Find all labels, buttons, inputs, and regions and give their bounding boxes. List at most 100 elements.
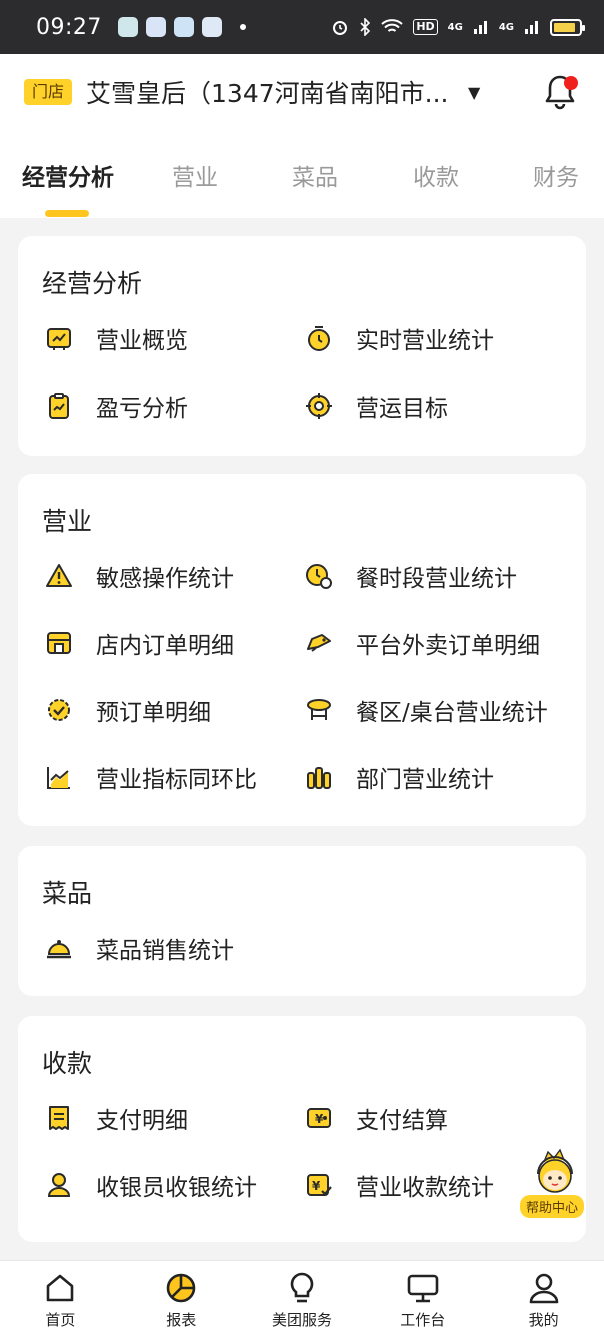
tab-business[interactable]: 营业 xyxy=(172,158,218,192)
status-app-icons xyxy=(117,17,246,37)
nav-workbench[interactable]: 工作台 xyxy=(362,1261,483,1342)
section-title: 收款 xyxy=(42,1049,93,1078)
menu-item-instore-orders[interactable]: 店内订单明细 xyxy=(44,625,234,661)
lightbulb-icon xyxy=(290,1272,314,1303)
baidu-notification-icon xyxy=(145,17,166,37)
chevron-down-icon[interactable]: ▼ xyxy=(468,83,480,102)
home-icon xyxy=(47,1274,74,1302)
menu-item-department-stats[interactable]: 部门营业统计 xyxy=(304,759,494,795)
menu-item-profit-analysis[interactable]: 盈亏分析 xyxy=(44,388,188,424)
help-center-label: 帮助中心 xyxy=(520,1195,585,1218)
wifi-icon xyxy=(381,19,403,32)
table-icon xyxy=(304,695,334,725)
menu-item-label: 收银员收银统计 xyxy=(96,1175,257,1201)
status-indicators: HD 4G 4G xyxy=(331,18,585,36)
nav-home[interactable]: 首页 xyxy=(0,1261,121,1342)
monitor-icon xyxy=(407,1274,439,1303)
notification-button[interactable] xyxy=(540,72,580,112)
receipt-icon xyxy=(44,1103,74,1133)
nav-label: 首页 xyxy=(45,1311,76,1329)
telegram-notification-icon xyxy=(173,17,194,37)
nav-label: 我的 xyxy=(528,1311,559,1329)
bottom-navigation: 首页 报表 美团服务 工作台 我的 xyxy=(0,1260,604,1342)
menu-item-realtime-stats[interactable]: 实时营业统计 xyxy=(304,320,494,356)
menu-item-label: 店内订单明细 xyxy=(96,633,234,659)
menu-item-operation-target[interactable]: 营运目标 xyxy=(304,388,448,424)
menu-item-label: 营业收款统计 xyxy=(356,1175,494,1201)
menu-item-table-stats[interactable]: 餐区/桌台营业统计 xyxy=(304,692,548,728)
signal-label-1: 4G xyxy=(447,21,463,33)
menu-item-cashier-stats[interactable]: 收银员收银统计 xyxy=(44,1167,257,1203)
signal-icon xyxy=(473,21,487,34)
line-chart-icon xyxy=(44,762,74,792)
section-card-payments: 收款 支付明细 ¥ 支付结算 收银员收银统计 ¥ 营业收款统计 xyxy=(18,1016,586,1242)
section-card-dishes: 菜品 菜品销售统计 xyxy=(18,846,586,996)
target-icon xyxy=(304,391,334,421)
menu-item-meal-period-stats[interactable]: 餐时段营业统计 xyxy=(304,558,517,594)
signal-label-2: 4G xyxy=(498,21,514,33)
status-time: 09:27 xyxy=(36,14,102,40)
nav-profile[interactable]: 我的 xyxy=(483,1261,604,1342)
app-notification-icon xyxy=(117,17,138,37)
clipboard-chart-icon xyxy=(44,391,74,421)
menu-item-yoy-indicators[interactable]: 营业指标同环比 xyxy=(44,759,257,795)
bluetooth-icon xyxy=(360,18,371,36)
battery-icon xyxy=(550,18,585,36)
menu-item-sensitive-ops[interactable]: 敏感操作统计 xyxy=(44,558,234,594)
menu-item-revenue-collection[interactable]: ¥ 营业收款统计 xyxy=(304,1167,494,1203)
help-center-button[interactable]: 帮助中心 xyxy=(518,1148,590,1218)
menu-item-label: 餐区/桌台营业统计 xyxy=(356,700,548,726)
nav-meituan-services[interactable]: 美团服务 xyxy=(242,1261,363,1342)
report-pie-icon xyxy=(166,1273,196,1303)
assistant-mascot-icon xyxy=(537,1148,573,1193)
menu-item-reservation-orders[interactable]: 预订单明细 xyxy=(44,692,211,728)
menu-item-payment-details[interactable]: 支付明细 xyxy=(44,1100,188,1136)
trend-board-icon xyxy=(44,323,74,353)
clock-person-icon xyxy=(304,561,334,591)
tab-payments[interactable]: 收款 xyxy=(413,158,459,192)
dish-cover-icon xyxy=(44,933,74,963)
menu-item-label: 支付结算 xyxy=(356,1108,448,1134)
menu-item-label: 平台外卖订单明细 xyxy=(356,633,540,659)
menu-item-label: 盈亏分析 xyxy=(96,396,188,422)
delivery-bike-icon xyxy=(304,628,334,658)
menu-item-dish-sales[interactable]: 菜品销售统计 xyxy=(44,930,234,966)
timer-icon xyxy=(304,323,334,353)
menu-item-payment-settlement[interactable]: ¥ 支付结算 xyxy=(304,1100,448,1136)
tab-business-analysis[interactable]: 经营分析 xyxy=(22,158,114,192)
yen-card-icon: ¥ xyxy=(304,1103,334,1133)
menu-item-label: 营业概览 xyxy=(96,328,188,354)
nav-label: 报表 xyxy=(166,1311,197,1329)
menu-item-label: 菜品销售统计 xyxy=(96,938,234,964)
profile-icon xyxy=(529,1273,558,1304)
active-tab-indicator xyxy=(45,210,89,217)
notification-dot xyxy=(564,76,578,90)
section-card-business: 营业 敏感操作统计 餐时段营业统计 店内订单明细 平台外卖订单明细 预订单明细 … xyxy=(18,474,586,826)
menu-item-label: 营业指标同环比 xyxy=(96,767,257,793)
menu-item-delivery-orders[interactable]: 平台外卖订单明细 xyxy=(304,625,540,661)
hd-badge: HD xyxy=(413,19,438,35)
menu-item-label: 预订单明细 xyxy=(96,700,211,726)
menu-item-label: 支付明细 xyxy=(96,1108,188,1134)
signal-icon-2 xyxy=(525,21,538,34)
alarm-icon xyxy=(333,21,348,35)
menu-item-business-overview[interactable]: 营业概览 xyxy=(44,320,188,356)
section-title: 经营分析 xyxy=(42,269,143,298)
nav-reports[interactable]: 报表 xyxy=(121,1261,242,1342)
status-bar: 09:27 HD 4G 4G xyxy=(0,0,604,54)
tab-finance[interactable]: 财务 xyxy=(533,158,579,192)
menu-item-label: 营运目标 xyxy=(356,396,448,422)
menu-item-label: 部门营业统计 xyxy=(356,767,494,793)
cashier-icon xyxy=(44,1170,74,1200)
section-title: 营业 xyxy=(42,507,93,536)
nav-label: 美团服务 xyxy=(271,1311,332,1329)
tab-dishes[interactable]: 菜品 xyxy=(292,158,338,192)
yen-check-icon: ¥ xyxy=(304,1170,334,1200)
department-icon xyxy=(304,762,334,792)
store-header: 门店 艾雪皇后（1347河南省南阳市... ▼ xyxy=(0,54,604,130)
section-card-business-analysis: 经营分析 营业概览 实时营业统计 盈亏分析 营运目标 xyxy=(18,236,586,456)
store-selector[interactable]: 艾雪皇后（1347河南省南阳市... xyxy=(86,74,448,110)
menu-item-label: 实时营业统计 xyxy=(356,328,494,354)
store-tag: 门店 xyxy=(24,79,73,105)
svg-text:¥: ¥ xyxy=(315,1112,324,1126)
